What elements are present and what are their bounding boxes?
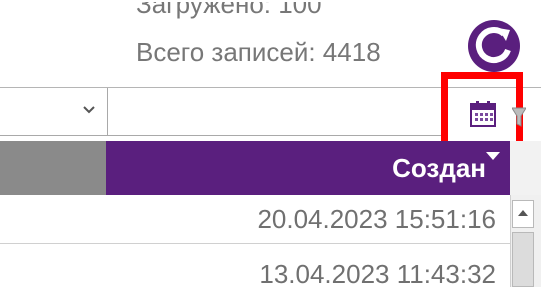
- column-header-created[interactable]: Создан: [106, 141, 510, 195]
- scroll-up-button[interactable]: [512, 200, 534, 228]
- loaded-count-text: Загружено: 100: [136, 2, 322, 19]
- total-records-label: Всего записей: 4418: [136, 37, 381, 67]
- table-row[interactable]: 20.04.2023 15:51:16: [0, 196, 510, 244]
- created-cell: 20.04.2023 15:51:16: [257, 204, 496, 234]
- scrollbar-thumb[interactable]: [512, 232, 534, 287]
- header-scroll-corner: [510, 141, 541, 195]
- chevron-down-icon: [83, 106, 95, 114]
- column-header-label: Создан: [392, 153, 486, 183]
- column-header-previous[interactable]: [0, 141, 106, 195]
- scroll-up-arrow-icon: [518, 210, 528, 216]
- highlight-box: [441, 72, 523, 152]
- loaded-count-label: Загружено: 100: [136, 2, 436, 34]
- table-row[interactable]: 13.04.2023 11:43:32: [0, 246, 510, 289]
- created-cell: 13.04.2023 11:43:32: [259, 259, 496, 289]
- created-date-filter-input[interactable]: [108, 88, 448, 136]
- refresh-icon[interactable]: [467, 19, 521, 73]
- filter-dropdown[interactable]: [0, 88, 108, 136]
- sort-down-icon: [486, 152, 500, 160]
- funnel-icon[interactable]: [512, 104, 526, 128]
